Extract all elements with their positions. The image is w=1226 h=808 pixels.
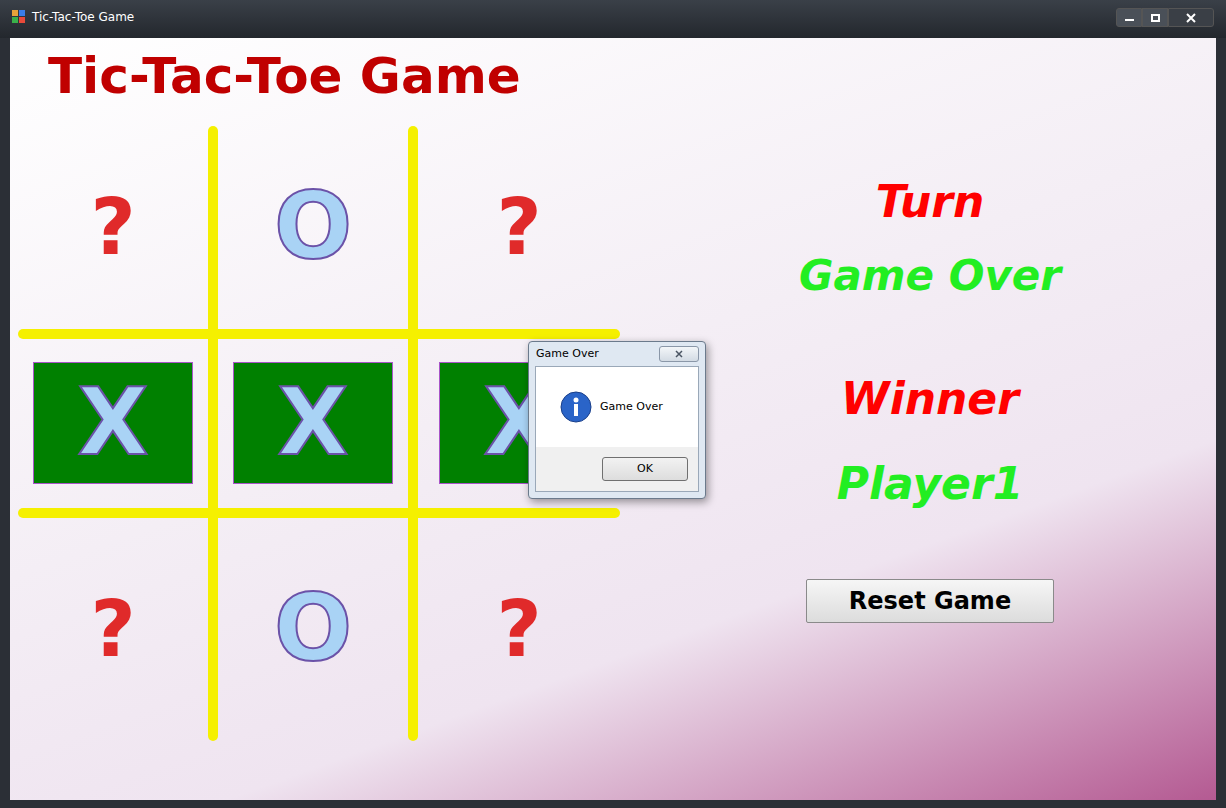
dialog-title-bar: Game Over bbox=[535, 342, 699, 366]
turn-label: Turn bbox=[876, 176, 985, 229]
cell-mark: ? bbox=[496, 590, 541, 668]
winning-cell-highlight: X bbox=[33, 362, 193, 484]
reset-button[interactable]: Reset Game bbox=[806, 579, 1054, 623]
cell-mark: ? bbox=[90, 590, 135, 668]
turn-value: Game Over bbox=[799, 251, 1061, 301]
app-window: Tic-Tac-Toe GameTic-Tac-Toe Game?O?XXX?O… bbox=[0, 0, 1226, 808]
dialog-title: Game Over bbox=[536, 346, 599, 363]
cell-mark: X bbox=[278, 377, 349, 469]
close-icon bbox=[1186, 13, 1196, 23]
game-heading: Tic-Tac-Toe Game bbox=[48, 48, 780, 106]
dialog-message: Game Over bbox=[600, 399, 663, 416]
board-cell[interactable]: ? bbox=[18, 518, 208, 741]
maximize-button[interactable] bbox=[1142, 8, 1168, 27]
close-button[interactable] bbox=[1168, 8, 1214, 27]
cell-mark: O bbox=[274, 181, 352, 273]
status-panel: Turn Game Over Winner Player1 Reset Game bbox=[780, 38, 1080, 800]
game-over-dialog: Game Over Game Over OK bbox=[528, 341, 706, 499]
maximize-icon bbox=[1151, 14, 1160, 22]
app-icon bbox=[12, 10, 26, 24]
cell-mark-box: O bbox=[233, 166, 393, 288]
info-icon bbox=[560, 391, 592, 423]
winner-label: Winner bbox=[841, 373, 1019, 426]
board-cell[interactable]: ? bbox=[418, 518, 620, 741]
board-cell[interactable]: X bbox=[218, 339, 408, 508]
board-cell[interactable]: ? bbox=[18, 126, 208, 329]
board-cell[interactable]: O bbox=[218, 126, 408, 329]
cell-mark-box: O bbox=[233, 568, 393, 690]
cell-mark-box: ? bbox=[33, 166, 193, 288]
minimize-button[interactable] bbox=[1116, 8, 1142, 27]
title-bar: Tic-Tac-Toe Game bbox=[0, 0, 1226, 38]
cell-mark-box: ? bbox=[33, 568, 193, 690]
cell-mark-box: ? bbox=[439, 568, 599, 690]
dialog-ok-button[interactable]: OK bbox=[602, 457, 688, 481]
winning-cell-highlight: X bbox=[233, 362, 393, 484]
window-title: Tic-Tac-Toe Game bbox=[32, 8, 134, 26]
dialog-button-bar: OK bbox=[536, 447, 698, 491]
dialog-close-button[interactable] bbox=[659, 346, 699, 362]
client-area: Tic-Tac-Toe Game?O?XXX?O?TurnGame OverWi… bbox=[10, 38, 1216, 800]
winner-value: Player1 bbox=[837, 458, 1024, 511]
cell-mark: ? bbox=[496, 188, 541, 266]
board-cell[interactable]: ? bbox=[418, 126, 620, 329]
board-line-horizontal bbox=[18, 508, 620, 518]
dialog-body: Game Over OK bbox=[535, 366, 699, 492]
minimize-icon bbox=[1125, 19, 1134, 21]
board-cell[interactable]: O bbox=[218, 518, 408, 741]
board-cell[interactable]: X bbox=[18, 339, 208, 508]
cell-mark: X bbox=[78, 377, 149, 469]
cell-mark-box: ? bbox=[439, 166, 599, 288]
board-line-vertical bbox=[208, 126, 218, 741]
board-line-horizontal bbox=[18, 329, 620, 339]
cell-mark: ? bbox=[90, 188, 135, 266]
board-line-vertical bbox=[408, 126, 418, 741]
cell-mark: O bbox=[274, 583, 352, 675]
close-icon bbox=[675, 350, 683, 358]
